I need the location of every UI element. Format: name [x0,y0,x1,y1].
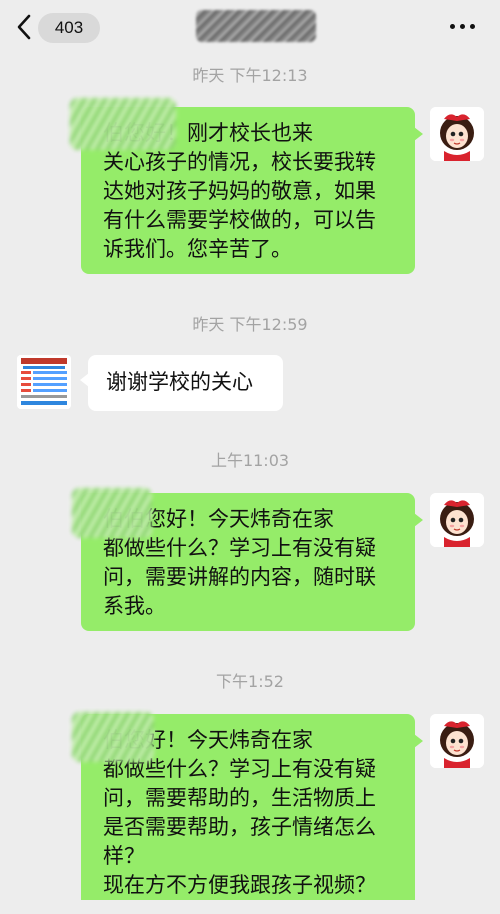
contact-avatar[interactable] [17,355,71,409]
redacted-name [72,712,154,762]
chat-screen: 403 昨天 下午12:13 伯您好！刚才校长也来 关心孩子的情况，校长要我转 … [0,0,500,914]
chat-header: 403 [0,0,500,56]
bottom-edge [0,900,500,914]
cartoon-girl-avatar-icon [430,107,484,161]
poster-avatar-icon [17,355,71,409]
message-timestamp: 昨天 下午12:59 [192,315,308,334]
message-timestamp: 下午1:52 [216,672,284,691]
incoming-message[interactable]: 谢谢学校的关心 [80,355,283,411]
cartoon-girl-avatar-icon [430,714,484,768]
user-avatar[interactable] [430,493,484,547]
unread-count-badge[interactable]: 403 [38,13,100,43]
chat-title-redacted [196,10,316,42]
more-dots-icon[interactable] [448,20,478,34]
redacted-name [72,488,152,538]
cartoon-girl-avatar-icon [430,493,484,547]
user-avatar[interactable] [430,714,484,768]
user-avatar[interactable] [430,107,484,161]
message-timestamp: 上午11:03 [210,451,290,470]
redacted-name [70,98,176,150]
message-timestamp: 昨天 下午12:13 [192,66,308,85]
chevron-left-icon[interactable] [14,12,34,42]
